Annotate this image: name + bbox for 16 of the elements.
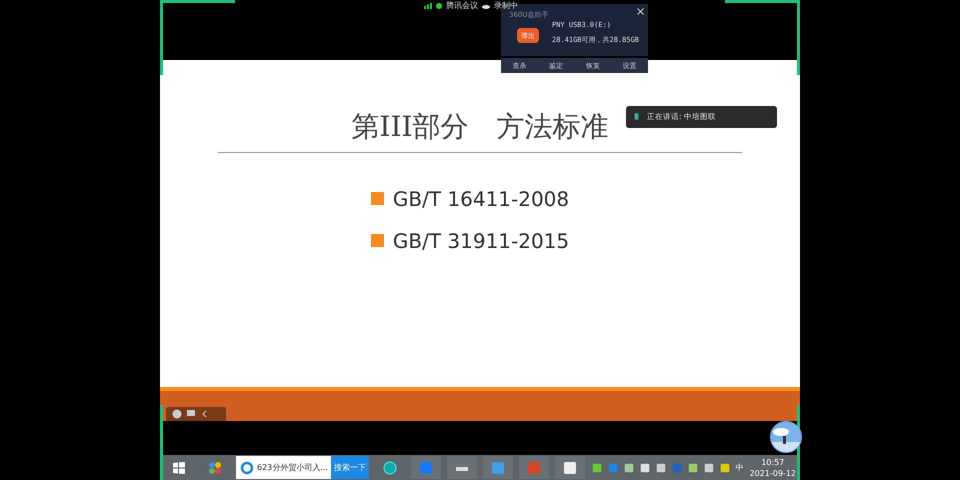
recording-label: 录制中 bbox=[494, 0, 518, 11]
search-button[interactable]: 搜索一下 bbox=[330, 456, 369, 480]
bullet-icon bbox=[370, 192, 384, 205]
chevron-left-icon[interactable] bbox=[200, 408, 208, 418]
meeting-app-label: 腾讯会议 bbox=[446, 0, 478, 11]
close-icon[interactable] bbox=[637, 8, 644, 15]
status-dot-icon bbox=[436, 2, 442, 8]
bullet-icon bbox=[370, 234, 384, 247]
windows-icon[interactable] bbox=[172, 460, 186, 475]
bullet-text: GB/T 31911-2015 bbox=[392, 228, 570, 252]
browser-search-field[interactable]: 623分外贸小司入... 搜索一下 bbox=[236, 456, 369, 480]
bullet-text: GB/T 16411-2008 bbox=[392, 186, 570, 210]
clock[interactable]: 10:57 2021-09-12 bbox=[750, 456, 796, 479]
ime-indicator[interactable]: 中 bbox=[736, 462, 744, 474]
microphone-icon bbox=[634, 112, 639, 122]
slide-title: 第III部分 方法标准 bbox=[351, 108, 609, 144]
